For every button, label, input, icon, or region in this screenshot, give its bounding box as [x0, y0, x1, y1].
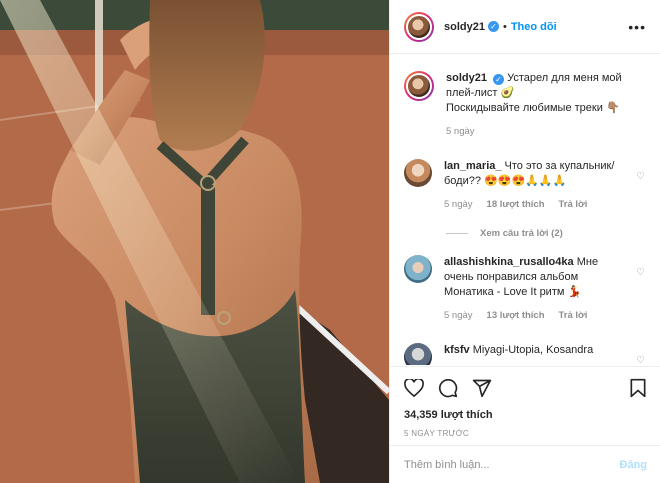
caption-username[interactable]: soldy21 [446, 72, 487, 84]
comment-text: Miyagi-Utopia, Kosandra [472, 344, 594, 356]
heart-icon[interactable]: ♡ [636, 267, 645, 278]
post-actions: 34,359 lượt thích 5 NGÀY TRƯỚC [390, 366, 660, 438]
comment-username[interactable]: lan_maria_ [444, 160, 501, 172]
caption-time[interactable]: 5 ngày [446, 124, 475, 139]
verified-icon: ✓ [493, 74, 505, 85]
share-icon[interactable] [472, 378, 492, 398]
comment-time[interactable]: 5 ngày [444, 197, 473, 212]
comment-item: lan_maria_ Что это за купальник/ боди?? … [404, 159, 647, 212]
bookmark-icon[interactable] [629, 378, 647, 398]
reply-button[interactable]: Trả lời [559, 197, 588, 212]
view-replies-button[interactable]: Xem câu trả lời (2) [446, 228, 647, 239]
avatar[interactable] [404, 343, 432, 365]
more-options-icon[interactable]: ••• [628, 19, 646, 35]
comment-likes[interactable]: 18 lượt thích [487, 197, 545, 212]
comment-time[interactable]: 5 ngày [444, 308, 473, 323]
add-comment-bar: Đăng [390, 445, 660, 483]
comment-item: allashishkina_rusallo4ka Мне очень понра… [404, 255, 647, 323]
heart-icon[interactable]: ♡ [636, 355, 645, 365]
post-side-panel: soldy21 ✓ • Theo dõi ••• soldy21 ✓ Устар… [389, 0, 660, 483]
point-down-emoji-icon: 👇🏽 [605, 102, 620, 114]
verified-icon: ✓ [487, 21, 499, 32]
comment-emoji: 💃 [567, 286, 582, 298]
comment-item: kfsfv Miyagi-Utopia, Kosandra ♡ [404, 343, 647, 365]
post-time[interactable]: 5 NGÀY TRƯỚC [404, 429, 647, 438]
post-comment-button[interactable]: Đăng [620, 459, 648, 471]
post-photo[interactable] [0, 0, 389, 483]
comment-username[interactable]: kfsfv [444, 344, 470, 356]
reply-button[interactable]: Trả lời [559, 308, 588, 323]
username-link[interactable]: soldy21 [444, 21, 485, 33]
follow-button[interactable]: Theo dõi [511, 21, 557, 33]
comment-username[interactable]: allashishkina_rusallo4ka [444, 256, 574, 268]
comment-icon[interactable] [438, 378, 458, 398]
heart-icon[interactable]: ♡ [636, 171, 645, 182]
avatar[interactable] [404, 159, 432, 187]
avocado-emoji-icon: 🥑 [500, 87, 515, 99]
avatar[interactable] [404, 255, 432, 283]
view-replies-label: Xem câu trả lời (2) [480, 228, 563, 239]
comment-input[interactable] [404, 458, 620, 471]
comment-likes[interactable]: 13 lượt thích [487, 308, 545, 323]
divider [446, 233, 468, 234]
comments-list[interactable]: soldy21 ✓ Устарел для меня мой плей-лист… [390, 55, 660, 365]
photo-illustration [0, 0, 389, 483]
post-header: soldy21 ✓ • Theo dõi ••• [390, 0, 660, 54]
caption-text-line2: Поскидывайте любимые треки [446, 102, 603, 114]
avatar[interactable] [404, 11, 434, 42]
avatar[interactable] [404, 71, 434, 101]
comment-emoji: 😍😍😍🙏🙏🙏 [484, 175, 567, 187]
likes-count[interactable]: 34,359 lượt thích [404, 409, 647, 421]
separator-dot: • [502, 20, 507, 33]
caption: soldy21 ✓ Устарел для меня мой плей-лист… [404, 71, 647, 139]
heart-icon[interactable] [404, 379, 424, 397]
